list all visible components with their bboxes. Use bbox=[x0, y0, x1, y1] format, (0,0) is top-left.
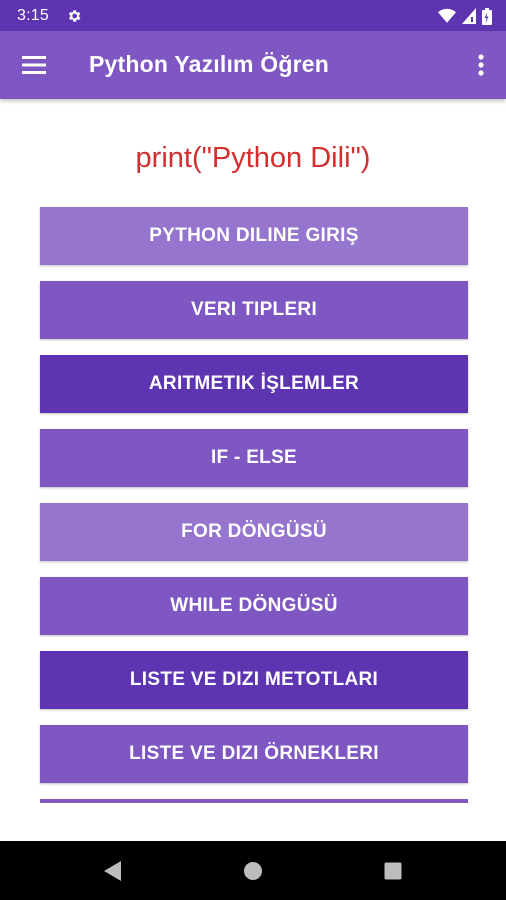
signal-icon bbox=[462, 8, 476, 24]
home-icon[interactable] bbox=[241, 859, 265, 883]
menu-icon[interactable] bbox=[14, 45, 54, 85]
headline: print("Python Dili") bbox=[135, 142, 371, 174]
battery-icon bbox=[482, 7, 492, 25]
status-icons bbox=[438, 7, 492, 25]
topic-button-for-loop[interactable]: FOR DÖNGÜSÜ bbox=[40, 503, 468, 561]
topic-button-if-else[interactable]: IF - ELSE bbox=[40, 429, 468, 487]
app-title: Python Yazılım Öğren bbox=[89, 51, 330, 77]
app-bar: Python Yazılım Öğren bbox=[0, 31, 506, 99]
more-vert-icon[interactable] bbox=[466, 45, 496, 85]
settings-icon bbox=[66, 8, 82, 24]
back-icon[interactable] bbox=[101, 859, 125, 883]
status-time: 3:15 bbox=[17, 7, 49, 24]
wifi-icon bbox=[438, 8, 456, 24]
topic-button-partial[interactable] bbox=[40, 799, 468, 803]
topic-button-intro[interactable]: PYTHON DILINE GIRIŞ bbox=[40, 207, 468, 265]
topic-button-list-examples[interactable]: LISTE VE DIZI ÖRNEKLERI bbox=[40, 725, 468, 783]
topic-button-data-types[interactable]: VERI TIPLERI bbox=[40, 281, 468, 339]
system-nav-bar bbox=[0, 841, 506, 900]
topic-button-while-loop[interactable]: WHILE DÖNGÜSÜ bbox=[40, 577, 468, 635]
topic-button-list: PYTHON DILINE GIRIŞ VERI TIPLERI ARITMET… bbox=[40, 207, 468, 799]
status-bar: 3:15 bbox=[0, 0, 506, 31]
topic-button-arithmetic[interactable]: ARITMETIK İŞLEMLER bbox=[40, 355, 468, 413]
recents-icon[interactable] bbox=[381, 859, 405, 883]
topic-button-list-methods[interactable]: LISTE VE DIZI METOTLARI bbox=[40, 651, 468, 709]
